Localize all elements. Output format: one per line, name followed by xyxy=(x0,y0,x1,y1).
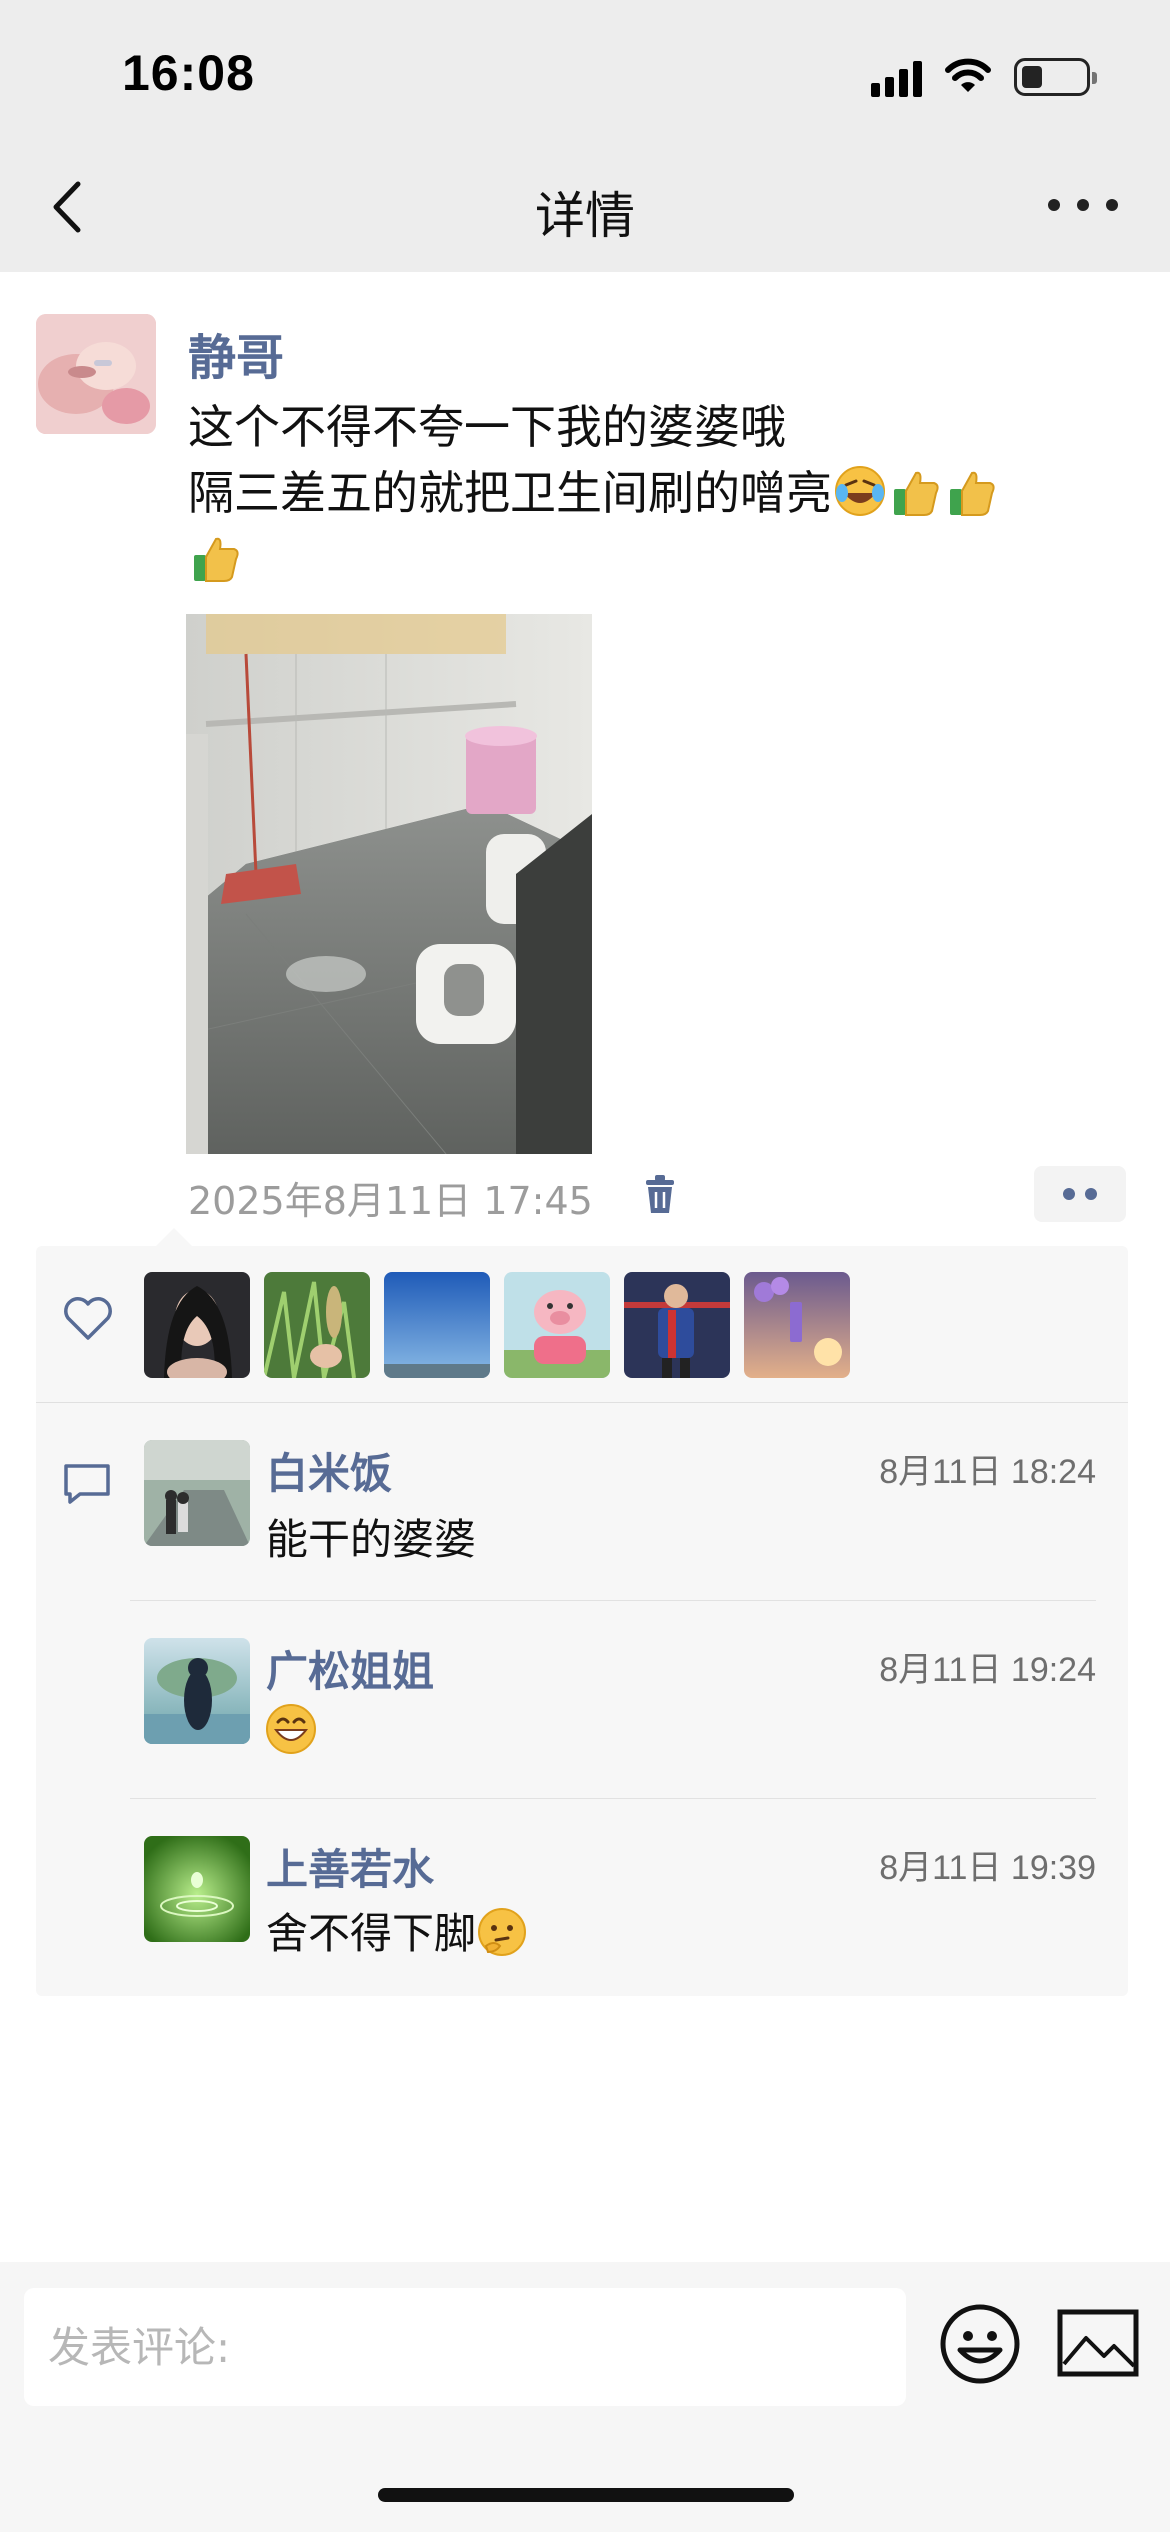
thumbs-up-emoji xyxy=(194,537,239,582)
commenter-avatar[interactable] xyxy=(144,1440,250,1546)
liker-avatar[interactable] xyxy=(624,1272,730,1378)
comment-text-label: 舍不得下脚 xyxy=(266,1909,477,1958)
heart-icon xyxy=(64,1297,112,1340)
status-icons xyxy=(871,52,1097,102)
comment-text: 舍不得下脚 xyxy=(266,1900,528,1961)
post-actions-button[interactable] xyxy=(1034,1166,1126,1222)
status-time: 16:08 xyxy=(122,45,255,101)
comment-time: 8月11日 19:39 xyxy=(879,1849,1096,1887)
post-text: 这个不得不夸一下我的婆婆哦 隔三差五的就把卫生间刷的噌亮 xyxy=(188,394,1108,592)
comment-time: 8月11日 19:24 xyxy=(879,1651,1096,1689)
commenter-avatar[interactable] xyxy=(144,1836,250,1942)
comment-text: 能干的婆婆 xyxy=(266,1515,477,1564)
thumbs-up-emoji xyxy=(894,471,939,516)
post-text-line2: 隔三差五的就把卫生间刷的噌亮 xyxy=(188,460,1108,526)
comment-author[interactable]: 上善若水 xyxy=(266,1836,434,1897)
emoji-icon[interactable] xyxy=(938,2302,1022,2386)
post-text-line2-label: 隔三差五的就把卫生间刷的噌亮 xyxy=(188,466,832,520)
image-icon[interactable] xyxy=(1056,2308,1140,2378)
post-text-line1: 这个不得不夸一下我的婆婆哦 xyxy=(188,400,786,454)
battery-icon xyxy=(1014,58,1097,96)
rofl-emoji xyxy=(835,466,885,516)
liker-avatar[interactable] xyxy=(144,1272,250,1378)
post-photo[interactable] xyxy=(186,614,592,1154)
comment-icon xyxy=(64,1464,110,1504)
home-indicator xyxy=(378,2488,794,2502)
thumbs-up-emoji xyxy=(950,471,995,516)
comment-input[interactable] xyxy=(24,2288,906,2406)
commenter-avatar[interactable] xyxy=(144,1638,250,1744)
more-dots-icon[interactable] xyxy=(1048,180,1118,230)
thinking-emoji xyxy=(478,1908,527,1956)
comment-author[interactable]: 广松姐姐 xyxy=(266,1638,434,1699)
post-text-line3 xyxy=(188,526,1108,592)
likes-divider xyxy=(36,1402,1128,1403)
page-title: 详情 xyxy=(535,187,635,245)
liker-avatar[interactable] xyxy=(384,1272,490,1378)
wifi-icon xyxy=(945,58,991,92)
trash-icon[interactable] xyxy=(638,1172,682,1216)
comment-divider xyxy=(130,1798,1096,1799)
liker-avatar[interactable] xyxy=(504,1272,610,1378)
signal-icon xyxy=(871,57,922,97)
comment-divider xyxy=(130,1600,1096,1601)
top-bar: 16:08 详情 xyxy=(0,0,1170,272)
interactions-box: 白米饭 8月11日 18:24 能干的婆婆 广松姐姐 8月11日 19:24 上… xyxy=(36,1228,1128,1996)
author-name[interactable]: 静哥 xyxy=(188,318,284,388)
grinning-emoji xyxy=(266,1704,316,1754)
liker-avatar[interactable] xyxy=(744,1272,850,1378)
post-timestamp: 2025年8月11日 17:45 xyxy=(188,1179,593,1223)
comment-author[interactable]: 白米饭 xyxy=(266,1440,392,1501)
liker-avatar[interactable] xyxy=(264,1272,370,1378)
author-avatar[interactable] xyxy=(36,314,156,434)
comment-time: 8月11日 18:24 xyxy=(879,1453,1096,1491)
